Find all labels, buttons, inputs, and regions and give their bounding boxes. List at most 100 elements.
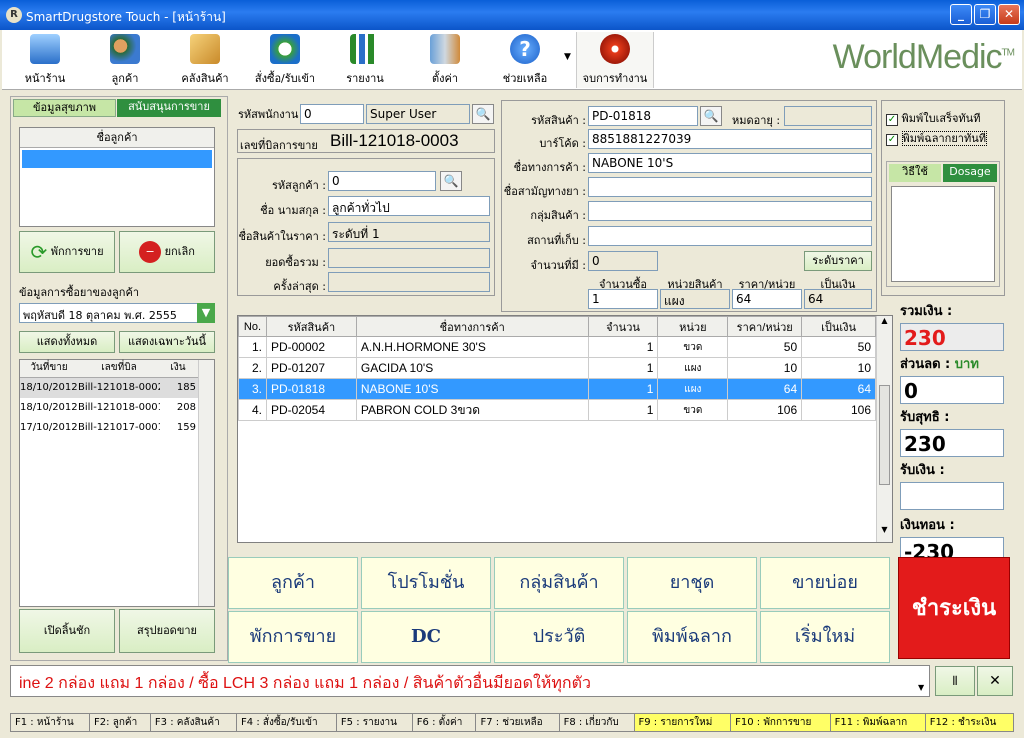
tab-health-info[interactable]: ข้อมูลสุขภาพ [13, 99, 116, 117]
close-marquee-button[interactable]: ✕ [977, 666, 1013, 696]
generic-name-field[interactable] [588, 177, 872, 197]
grid-column-header[interactable]: รหัสสินค้า [265, 316, 357, 337]
quantity-input[interactable]: 1 [588, 289, 658, 309]
history-button[interactable]: ประวัติ [494, 611, 624, 663]
product-group-button[interactable]: กลุ่มสินค้า [494, 557, 624, 609]
scroll-up-icon[interactable]: ▲ [877, 316, 892, 325]
grid-column-header[interactable]: ชื่อทางการค้า [355, 316, 589, 337]
function-key-item[interactable]: F3 : คลังสินค้า [149, 713, 238, 732]
function-key-item[interactable]: F4 : สั่งซื้อ/รับเข้า [236, 713, 337, 732]
toolbar-customer-button[interactable]: ลูกค้า [90, 32, 160, 88]
price-level-button[interactable]: ระดับราคา [804, 251, 872, 271]
function-key-item[interactable]: F7 : ช่วยเหลือ [475, 713, 560, 732]
open-drawer-button[interactable]: เปิดลิ้นชัก [19, 609, 115, 653]
function-key-item[interactable]: F11 : พิมพ์ฉลาก [829, 713, 926, 732]
close-button[interactable]: ✕ [998, 4, 1020, 25]
toolbar-warehouse-button[interactable]: คลังสินค้า [170, 32, 240, 88]
storage-location-field[interactable] [588, 226, 872, 246]
restart-button[interactable]: เริ่มใหม่ [760, 611, 890, 663]
show-today-button[interactable]: แสดงเฉพาะวันนี้ [119, 331, 215, 353]
tab-dosage[interactable]: Dosage [943, 164, 997, 182]
marquee-dropdown-icon[interactable]: ▼ [918, 683, 924, 692]
tab-sales-support[interactable]: สนับสนุนการขาย [117, 99, 221, 117]
customer-search-icon[interactable]: 🔍 [440, 171, 462, 191]
tools-icon [430, 34, 460, 64]
frequent-sale-button[interactable]: ขายบ่อย [760, 557, 890, 609]
dc-button[interactable]: DC [361, 611, 491, 663]
function-key-item[interactable]: F1 : หน้าร้าน [9, 713, 91, 732]
promotion-button[interactable]: โปรโมชั่น [361, 557, 491, 609]
table-row[interactable]: 3. PD-01818 NABONE 10'S 1 แผง 64 64 [238, 378, 876, 400]
print-label-checkbox[interactable]: ✓ พิมพ์ฉลากยาทันที [886, 129, 987, 147]
function-key-item[interactable]: F2: ลูกค้า [89, 713, 151, 732]
product-search-icon[interactable]: 🔍 [700, 106, 722, 126]
function-key-item[interactable]: F6 : ตั้งค่า [411, 713, 477, 732]
scroll-thumb[interactable] [879, 385, 890, 485]
trade-name-field[interactable]: NABONE 10'S [588, 153, 872, 173]
grid-column-header[interactable]: No. [238, 316, 267, 337]
history-row[interactable]: 17/10/2012 Bill-121017-0001 159 [20, 418, 214, 438]
customer-name-field[interactable]: ลูกค้าทั่วไป [328, 196, 490, 216]
toolbar-dropdown-arrow-icon[interactable]: ▼ [564, 52, 571, 62]
customer-code-input[interactable]: 0 [328, 171, 436, 191]
function-key-item[interactable]: F5 : รายงาน [335, 713, 413, 732]
history-row[interactable]: 18/10/2012 Bill-121018-0001 208 [20, 398, 214, 418]
paid-input[interactable] [900, 482, 1004, 510]
net-amount: 230 [900, 429, 1004, 457]
history-scrollbar[interactable] [198, 360, 214, 606]
function-key-item[interactable]: F9 : รายการใหม่ [633, 713, 732, 732]
customer-list-row[interactable] [22, 150, 212, 168]
customer-info-panel: รหัสลูกค้า : 0 🔍 ชื่อ นามสกุล : ลูกค้าทั… [237, 158, 495, 296]
tab-usage[interactable]: วิธีใช้ [889, 164, 941, 182]
grid-scrollbar[interactable]: ▲ ▼ [876, 316, 892, 542]
usage-text-area[interactable] [891, 186, 995, 282]
amount-field: 64 [804, 289, 872, 309]
toolbar-settings-button[interactable]: ตั้งค่า [410, 32, 480, 88]
product-group-field[interactable] [588, 201, 872, 221]
chevron-down-icon[interactable]: ▼ [197, 303, 215, 323]
toolbar-help-button[interactable]: ? ช่วยเหลือ [490, 32, 560, 88]
table-row[interactable]: 1. PD-00002 A.N.H.HORMONE 30'S 1 ขวด 50 50 [238, 336, 876, 358]
customer-list[interactable]: ชื่อลูกค้า [19, 127, 215, 227]
history-date-select[interactable]: พฤหัสบดี 18 ตุลาคม พ.ศ. 2555 [19, 303, 215, 323]
history-cell: 18/10/2012 [20, 402, 78, 413]
unit-price-input[interactable]: 64 [732, 289, 802, 309]
grid-column-header[interactable]: หน่วย [657, 316, 729, 337]
table-row[interactable]: 4. PD-02054 PABRON COLD 3ขวด 1 ขวด 106 106 [238, 399, 876, 421]
employee-search-icon[interactable]: 🔍 [472, 104, 494, 124]
grid-column-header[interactable]: เป็นเงิน [801, 316, 876, 337]
grid-column-header[interactable]: จำนวน [587, 316, 659, 337]
history-row[interactable]: 18/10/2012 Bill-121018-0002 185 [20, 378, 214, 398]
pause-sale-big-button[interactable]: พักการขาย [228, 611, 358, 663]
discount-input[interactable]: 0 [900, 376, 1004, 404]
pay-button[interactable]: ชำระเงิน [898, 557, 1010, 659]
toolbar-purchase-button[interactable]: สั่งซื้อ/รับเข้า [250, 32, 320, 88]
barcode-field[interactable]: 8851881227039 [588, 129, 872, 149]
sales-summary-button[interactable]: สรุปยอดขาย [119, 609, 215, 653]
function-key-item[interactable]: F10 : พักการขาย [730, 713, 831, 732]
table-row[interactable]: 2. PD-01207 GACIDA 10'S 1 แผง 10 10 [238, 357, 876, 379]
drug-set-button[interactable]: ยาชุด [627, 557, 757, 609]
print-receipt-checkbox[interactable]: ✓ พิมพ์ใบเสร็จทันที [886, 109, 980, 127]
cancel-button[interactable]: − ยกเลิก [119, 231, 215, 273]
restore-button[interactable]: ❐ [974, 4, 996, 25]
scroll-down-icon[interactable]: ▼ [877, 525, 892, 534]
employee-code-input[interactable]: 0 [300, 104, 364, 124]
toolbar-exit-button[interactable]: จบการทำงาน [576, 32, 654, 88]
pause-sale-button[interactable]: ⟳ พักการขาย [19, 231, 115, 273]
table-cell: 1 [587, 336, 659, 358]
product-code-input[interactable]: PD-01818 [588, 106, 698, 126]
customer-button[interactable]: ลูกค้า [228, 557, 358, 609]
toolbar-storefront-button[interactable]: หน้าร้าน [10, 32, 80, 88]
pause-marquee-button[interactable]: ⦀ [935, 666, 975, 696]
last-purchase-field [328, 272, 490, 292]
minimize-button[interactable]: _ [950, 4, 972, 25]
toolbar-report-button[interactable]: รายงาน [330, 32, 400, 88]
history-header: วันที่ขาย เลขที่บิล เงิน [20, 360, 214, 378]
function-key-item[interactable]: F12 : ชำระเงิน [924, 713, 1015, 732]
function-key-bar: F1 : หน้าร้าน F2: ลูกค้า F3 : คลังสินค้า F4… [9, 713, 1015, 733]
function-key-item[interactable]: F8 : เกี่ยวกับ [558, 713, 635, 732]
show-all-button[interactable]: แสดงทั้งหมด [19, 331, 115, 353]
grid-column-header[interactable]: ราคา/หน่วย [727, 316, 803, 337]
print-label-button[interactable]: พิมพ์ฉลาก [627, 611, 757, 663]
